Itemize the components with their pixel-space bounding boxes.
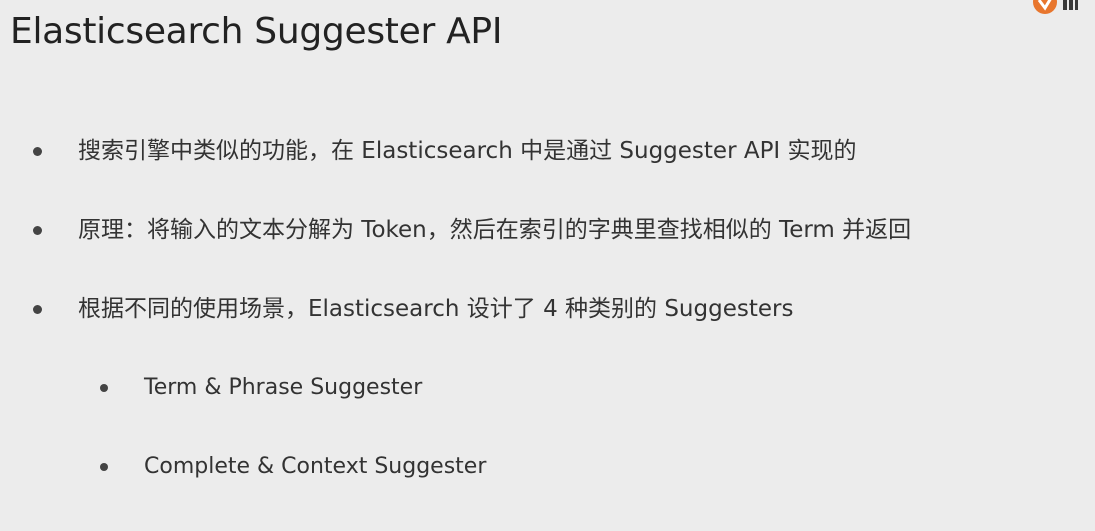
- list-item: 根据不同的使用场景，Elasticsearch 设计了 4 种类别的 Sugge…: [33, 294, 794, 324]
- bullet-dot-icon: [100, 384, 108, 392]
- bullet-dot-icon: [33, 226, 42, 235]
- bullet-dot-icon: [33, 147, 42, 156]
- bullet-text: 原理：将输入的文本分解为 Token，然后在索引的字典里查找相似的 Term 并…: [78, 217, 912, 243]
- sub-bullet-text: Complete & Context Suggester: [144, 454, 487, 479]
- list-item: Complete & Context Suggester: [100, 452, 487, 482]
- bullet-list: 搜索引擎中类似的功能，在 Elasticsearch 中是通过 Suggeste…: [0, 0, 1095, 531]
- sub-bullet-text: Term & Phrase Suggester: [144, 375, 423, 400]
- list-item: Term & Phrase Suggester: [100, 373, 423, 403]
- list-item: 原理：将输入的文本分解为 Token，然后在索引的字典里查找相似的 Term 并…: [33, 215, 912, 245]
- slide: Elasticsearch Suggester API 搜索引擎中类似的功能，在…: [0, 0, 1095, 531]
- bullet-text: 搜索引擎中类似的功能，在 Elasticsearch 中是通过 Suggeste…: [78, 138, 857, 164]
- list-item: 搜索引擎中类似的功能，在 Elasticsearch 中是通过 Suggeste…: [33, 136, 857, 166]
- bullet-dot-icon: [100, 463, 108, 471]
- bullet-text: 根据不同的使用场景，Elasticsearch 设计了 4 种类别的 Sugge…: [78, 296, 794, 322]
- bullet-dot-icon: [33, 305, 42, 314]
